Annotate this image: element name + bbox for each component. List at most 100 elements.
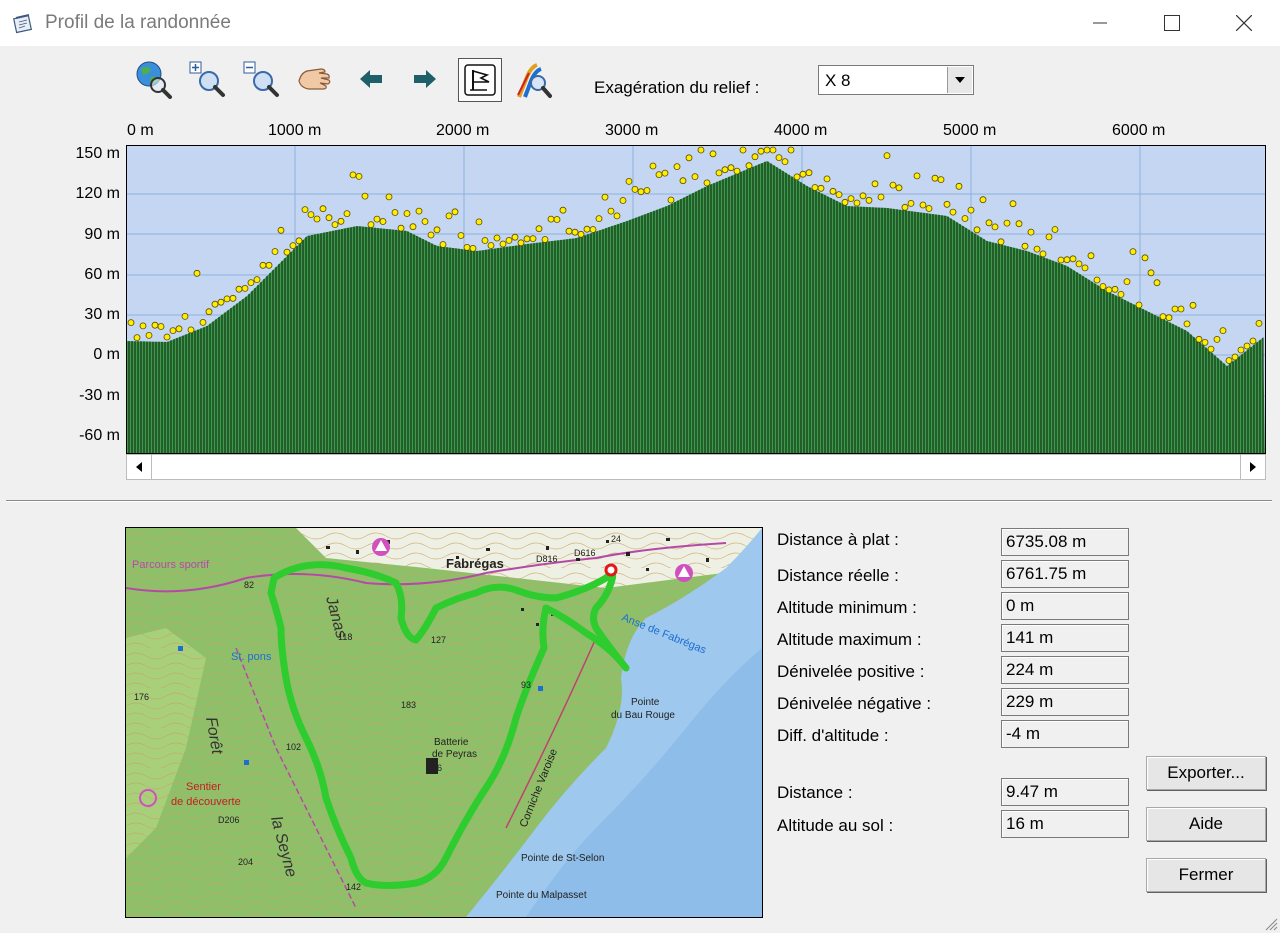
flag-icon [464, 64, 496, 96]
scroll-right-button[interactable] [1240, 455, 1265, 479]
map-label: 24 [611, 534, 621, 544]
x-tick: 3000 m [605, 122, 659, 139]
x-tick: 4000 m [774, 122, 828, 139]
elevation-profile[interactable] [126, 145, 1266, 454]
elevation-profile-plot[interactable] [127, 146, 1265, 453]
y-tick: 120 m [75, 185, 120, 202]
x-tick: 6000 m [1112, 122, 1166, 139]
map-label: 183 [401, 700, 416, 710]
y-tick: 30 m [84, 306, 120, 323]
positive-elevation-label: Dénivelée positive : [777, 662, 925, 681]
map-label: du Bau Rouge [611, 710, 675, 721]
map-label: de découverte [171, 796, 241, 808]
zoom-in-icon [189, 61, 225, 97]
close-button[interactable]: Fermer [1146, 858, 1266, 892]
help-button[interactable]: Aide [1146, 807, 1266, 841]
negative-elevation-value: 229 m [1001, 688, 1129, 716]
maximize-icon [1164, 15, 1180, 31]
min-altitude-label: Altitude minimum : [777, 598, 917, 617]
map-label: Pointe de St-Selon [521, 853, 604, 864]
map-label: Sentier [186, 781, 221, 793]
y-tick: -60 m [79, 427, 120, 444]
cursor-distance-value: 9.47 m [1001, 778, 1129, 806]
x-tick: 1000 m [268, 122, 322, 139]
title-bar: Profil de la randonnée [0, 0, 1280, 46]
ground-altitude-value: 16 m [1001, 810, 1129, 838]
min-altitude-value: 0 m [1001, 592, 1129, 620]
splitter[interactable] [6, 500, 1272, 502]
chevron-left-icon [136, 462, 142, 472]
negative-elevation-label: Dénivelée négative : [777, 694, 932, 713]
cursor-distance-label: Distance : [777, 783, 853, 802]
max-altitude-value: 141 m [1001, 624, 1129, 652]
relief-label: Exagération du relief : [594, 78, 760, 97]
pan-button[interactable] [294, 58, 336, 100]
horizontal-scrollbar[interactable] [126, 454, 1266, 480]
map-label: 204 [238, 857, 253, 867]
map-label: 102 [286, 742, 301, 752]
dropdown-button[interactable] [947, 67, 972, 93]
max-altitude-label: Altitude maximum : [777, 630, 922, 649]
y-tick: 60 m [84, 266, 120, 283]
zoom-out-icon [243, 61, 279, 97]
zoom-all-button[interactable] [132, 58, 174, 100]
previous-button[interactable] [350, 58, 392, 100]
map-label: Pointe [631, 697, 660, 708]
map-label: de Peyras [432, 749, 477, 760]
resize-grip-icon[interactable] [1262, 915, 1278, 931]
real-distance-label: Distance réelle : [777, 566, 899, 585]
map-label: D206 [218, 815, 240, 825]
close-icon [1236, 15, 1252, 31]
chevron-down-icon [955, 77, 965, 83]
hand-pan-icon [298, 68, 331, 90]
route-zoom-icon [517, 63, 552, 98]
map-label: 127 [431, 635, 446, 645]
map-label: Fabrégas [446, 556, 504, 571]
arrow-left-icon [360, 70, 382, 88]
minimize-button[interactable] [1064, 0, 1136, 46]
map-label: 96 [432, 763, 442, 773]
altitude-diff-label: Diff. d'altitude : [777, 726, 889, 745]
close-window-button[interactable] [1208, 0, 1280, 46]
export-button[interactable]: Exporter... [1146, 756, 1266, 790]
x-tick: 5000 m [943, 122, 997, 139]
flat-distance-value: 6735.08 m [1001, 528, 1129, 556]
route-map[interactable]: Fabrégas Anse de Fabrégas Pointe du Bau … [125, 527, 763, 918]
map-label: D816 [536, 554, 558, 564]
chevron-right-icon [1250, 462, 1256, 472]
altitude-diff-value: -4 m [1001, 720, 1129, 748]
positive-elevation-value: 224 m [1001, 656, 1129, 684]
map-label: Pointe du Malpasset [496, 890, 587, 901]
map-label: 176 [134, 692, 149, 702]
y-tick: 150 m [75, 145, 120, 162]
map-label: St. pons [231, 651, 272, 663]
relief-exaggeration-select[interactable]: X 8 [818, 65, 974, 95]
y-tick: 90 m [84, 226, 120, 243]
zoom-route-button[interactable] [512, 58, 554, 100]
map-label: D616 [574, 548, 596, 558]
flag-tool-button[interactable] [458, 58, 502, 102]
map-label: 82 [244, 580, 254, 590]
arrow-right-icon [414, 70, 436, 88]
notepad-icon [13, 14, 33, 34]
x-tick: 2000 m [436, 122, 490, 139]
next-button[interactable] [404, 58, 446, 100]
map-label: 118 [338, 632, 352, 642]
zoom-out-button[interactable] [240, 58, 282, 100]
maximize-button[interactable] [1136, 0, 1208, 46]
scroll-left-button[interactable] [127, 455, 152, 479]
real-distance-value: 6761.75 m [1001, 560, 1129, 588]
flat-distance-label: Distance à plat : [777, 530, 899, 549]
map-label: Parcours sportif [132, 559, 210, 571]
window-title: Profil de la randonnée [45, 12, 231, 33]
globe-zoom-icon [136, 61, 172, 99]
x-tick: 0 m [127, 122, 154, 139]
map-label: Batterie [434, 737, 469, 748]
topographic-map[interactable]: Fabrégas Anse de Fabrégas Pointe du Bau … [126, 528, 762, 917]
ground-altitude-label: Altitude au sol : [777, 816, 894, 835]
zoom-in-button[interactable] [186, 58, 228, 100]
map-label: 142 [346, 882, 361, 892]
y-tick: 0 m [93, 346, 120, 363]
minimize-icon [1093, 22, 1107, 24]
y-tick: -30 m [79, 387, 120, 404]
